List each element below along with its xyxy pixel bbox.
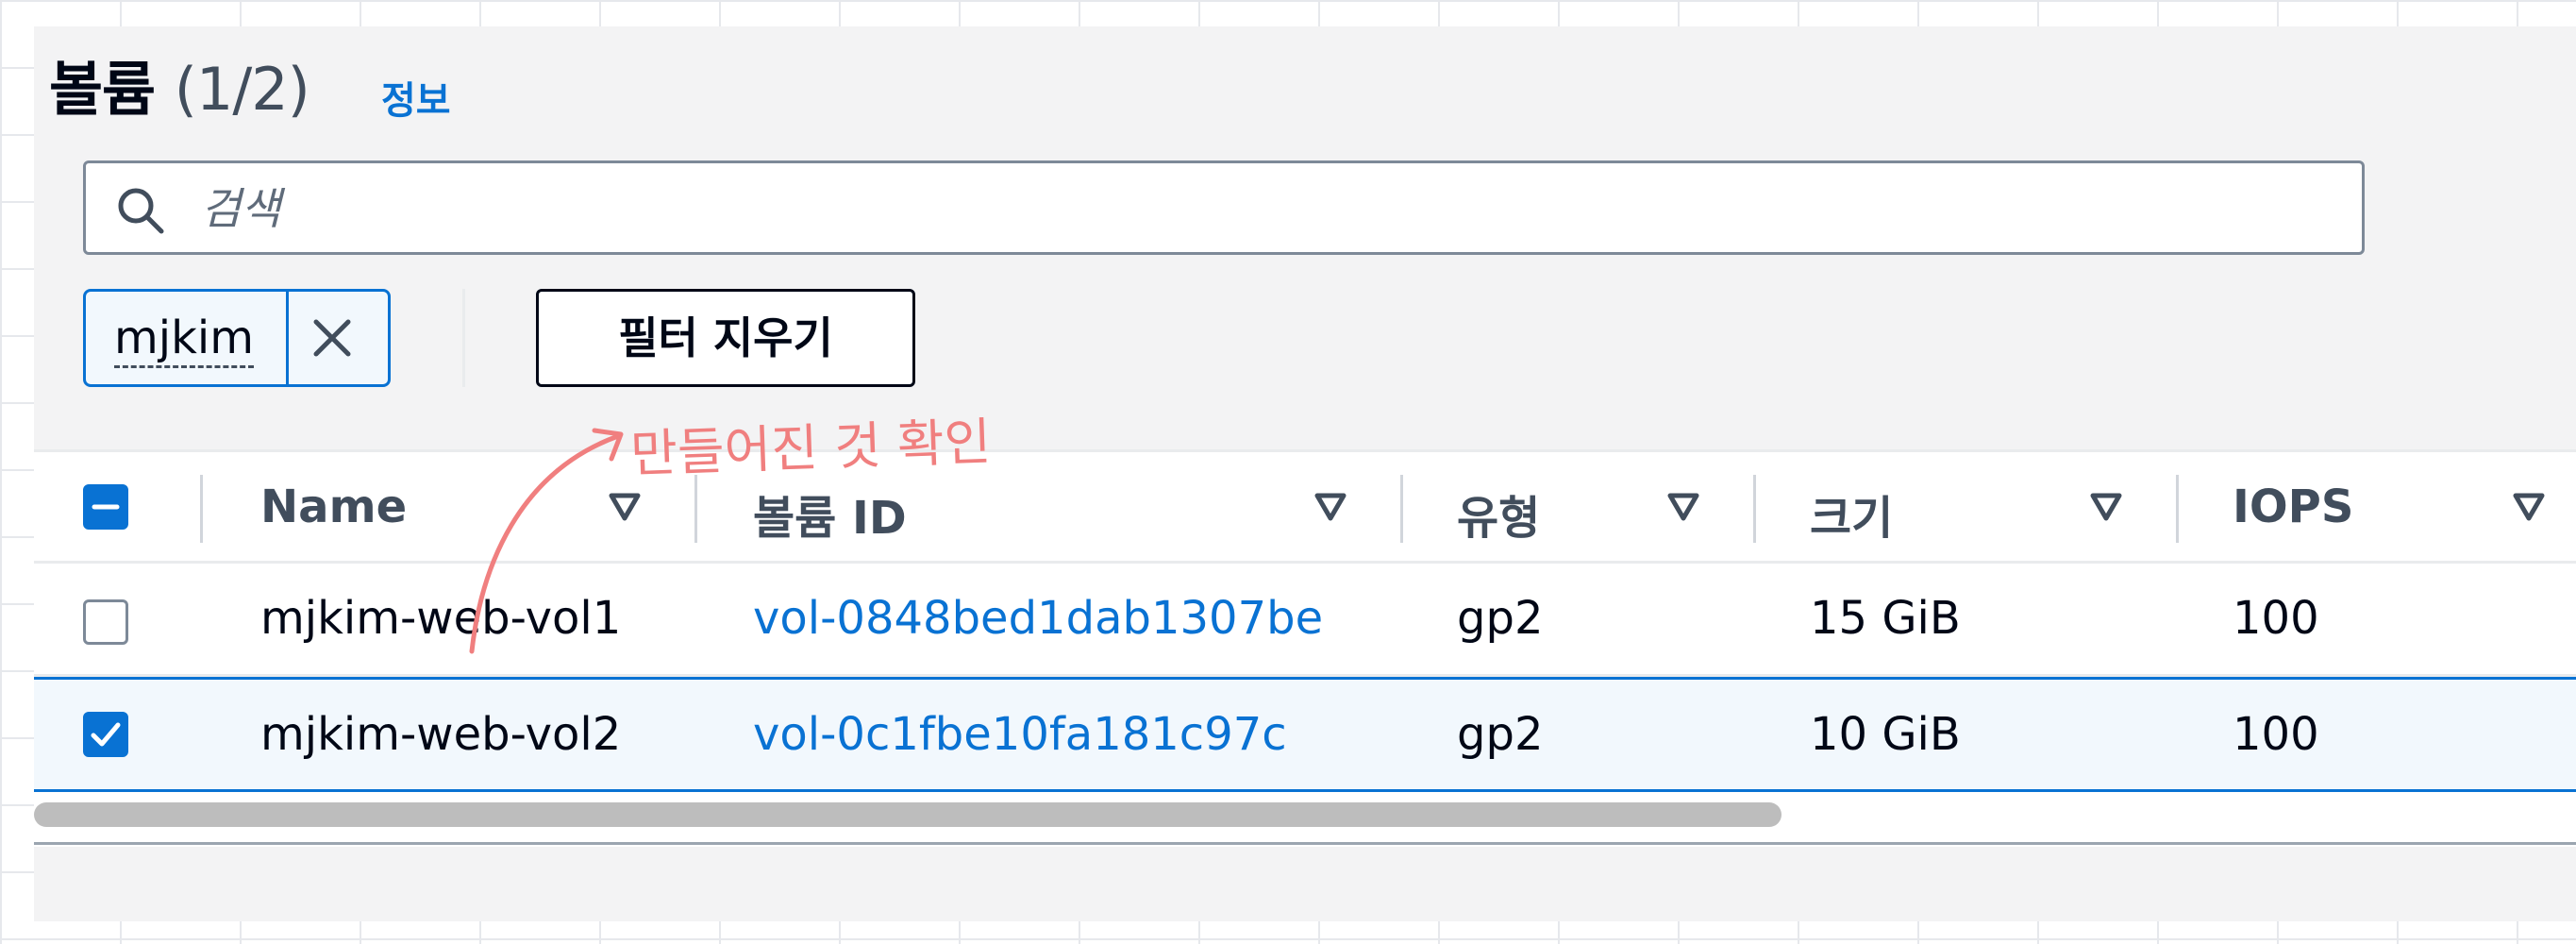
volume-type: gp2 [1457, 708, 1544, 761]
volume-type: gp2 [1457, 592, 1544, 645]
sort-caret-icon[interactable] [2512, 492, 2546, 522]
page-title-text: 볼륨 [49, 55, 156, 124]
close-icon[interactable] [305, 311, 360, 365]
info-link[interactable]: 정보 [381, 70, 451, 125]
search-input[interactable] [199, 175, 2335, 243]
sort-caret-icon[interactable] [1666, 492, 1700, 522]
column-separator[interactable] [2176, 475, 2179, 543]
volume-name: mjkim-web-vol2 [260, 708, 622, 761]
row-checkbox[interactable] [83, 712, 128, 757]
select-all-checkbox[interactable] [83, 484, 128, 530]
scrollbar-thumb[interactable] [34, 802, 1781, 827]
volume-iops: 100 [2233, 708, 2319, 761]
search-icon [118, 188, 164, 234]
volume-size: 15 GiB [1810, 592, 1961, 645]
volumes-table: Name 볼륨 ID 유형 크기 IOPS mjkim-web-vol1 vol… [34, 449, 2576, 847]
column-header-volume-id[interactable]: 볼륨 ID [753, 480, 907, 547]
selection-count: (1/2) [174, 55, 310, 124]
volume-iops: 100 [2233, 592, 2319, 645]
column-separator[interactable] [1753, 475, 1756, 543]
filter-token: mjkim [83, 289, 391, 387]
filter-divider [462, 289, 465, 387]
sort-caret-icon[interactable] [1313, 492, 1347, 522]
volume-id-link[interactable]: vol-0848bed1dab1307be [753, 592, 1323, 645]
column-header-size[interactable]: 크기 [1810, 480, 1893, 547]
horizontal-scrollbar[interactable] [34, 801, 2576, 829]
search-bar[interactable] [83, 160, 2365, 255]
column-header-iops[interactable]: IOPS [2233, 480, 2353, 533]
filter-token-label: mjkim [114, 311, 254, 368]
page-title: 볼륨 (1/2) [49, 42, 310, 126]
table-header-row: Name 볼륨 ID 유형 크기 IOPS [34, 452, 2576, 564]
volume-size: 10 GiB [1810, 708, 1961, 761]
table-row[interactable]: mjkim-web-vol1 vol-0848bed1dab1307be gp2… [34, 564, 2576, 677]
annotation-arrow-icon [469, 428, 624, 654]
column-separator[interactable] [694, 475, 697, 543]
row-checkbox[interactable] [83, 599, 128, 645]
handwritten-annotation: 만들어진 것 확인 [629, 412, 993, 484]
indeterminate-checkbox-icon [92, 504, 120, 510]
column-separator [200, 475, 203, 543]
token-divider [286, 292, 289, 384]
clear-filters-button[interactable]: 필터 지우기 [536, 289, 915, 387]
sort-caret-icon[interactable] [2089, 492, 2123, 522]
column-header-name[interactable]: Name [260, 480, 407, 533]
table-bottom-border [34, 842, 2576, 845]
column-header-type[interactable]: 유형 [1457, 480, 1540, 547]
checkmark-icon [91, 722, 121, 747]
volume-id-link[interactable]: vol-0c1fbe10fa181c97c [753, 708, 1287, 761]
table-row-selected[interactable]: mjkim-web-vol2 vol-0c1fbe10fa181c97c gp2… [34, 677, 2576, 792]
column-separator[interactable] [1400, 475, 1403, 543]
